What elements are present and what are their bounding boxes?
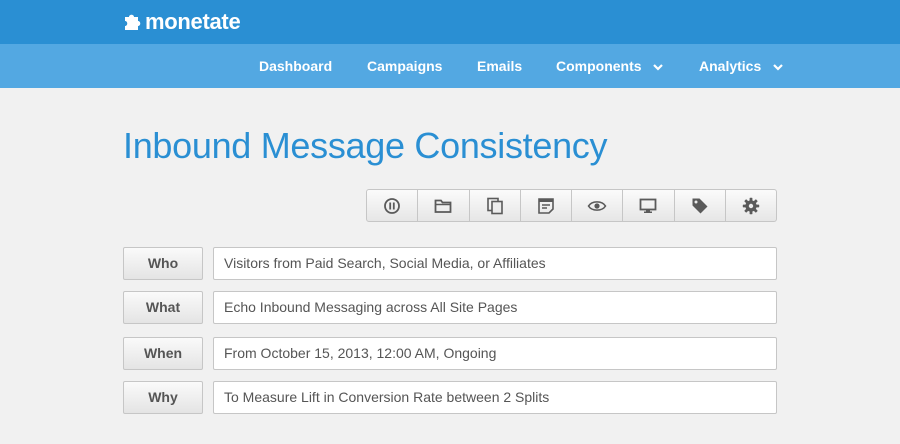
folder-button[interactable]: [418, 190, 470, 221]
pause-button[interactable]: [367, 190, 419, 221]
top-bar: monetate: [0, 0, 900, 44]
notes-button[interactable]: [521, 190, 572, 221]
preview-button[interactable]: [572, 190, 624, 221]
puzzle-logo-icon: [122, 12, 142, 32]
when-field[interactable]: From October 15, 2013, 12:00 AM, Ongoing: [213, 337, 777, 370]
nav-item-label: Campaigns: [367, 58, 443, 74]
nav-item-label: Emails: [477, 58, 523, 74]
notes-icon: [537, 197, 555, 215]
chevron-down-icon: [773, 44, 783, 88]
gear-icon: [742, 197, 760, 215]
folder-icon: [434, 198, 452, 214]
why-label[interactable]: Why: [123, 381, 203, 414]
nav-item-analytics[interactable]: Analytics: [699, 44, 783, 88]
tag-icon: [691, 197, 709, 215]
campaign-toolbar: [366, 189, 777, 222]
nav-item-components[interactable]: Components: [556, 44, 664, 88]
nav-item-label: Analytics: [699, 58, 762, 74]
main-nav: Dashboard Campaigns Emails Components An…: [0, 44, 900, 88]
what-label[interactable]: What: [123, 291, 203, 324]
nav-item-dashboard[interactable]: Dashboard: [259, 44, 332, 88]
what-field[interactable]: Echo Inbound Messaging across All Site P…: [213, 291, 777, 324]
device-button[interactable]: [623, 190, 675, 221]
when-label[interactable]: When: [123, 337, 203, 370]
brand-logo[interactable]: monetate: [122, 9, 241, 35]
nav-item-emails[interactable]: Emails: [477, 44, 522, 88]
who-label[interactable]: Who: [123, 247, 203, 280]
preview-eye-icon: [587, 199, 607, 213]
monitor-icon: [639, 198, 657, 214]
pause-icon: [383, 197, 401, 215]
who-field[interactable]: Visitors from Paid Search, Social Media,…: [213, 247, 777, 280]
nav-item-label: Dashboard: [259, 58, 333, 74]
copy-icon: [486, 197, 504, 215]
nav-item-label: Components: [556, 58, 642, 74]
tag-button[interactable]: [675, 190, 726, 221]
brand-name: monetate: [145, 9, 241, 34]
copy-button[interactable]: [470, 190, 521, 221]
nav-item-campaigns[interactable]: Campaigns: [367, 44, 442, 88]
settings-button[interactable]: [726, 190, 776, 221]
chevron-down-icon: [653, 44, 664, 88]
why-field[interactable]: To Measure Lift in Conversion Rate betwe…: [213, 381, 777, 414]
page-title: Inbound Message Consistency: [123, 125, 608, 166]
